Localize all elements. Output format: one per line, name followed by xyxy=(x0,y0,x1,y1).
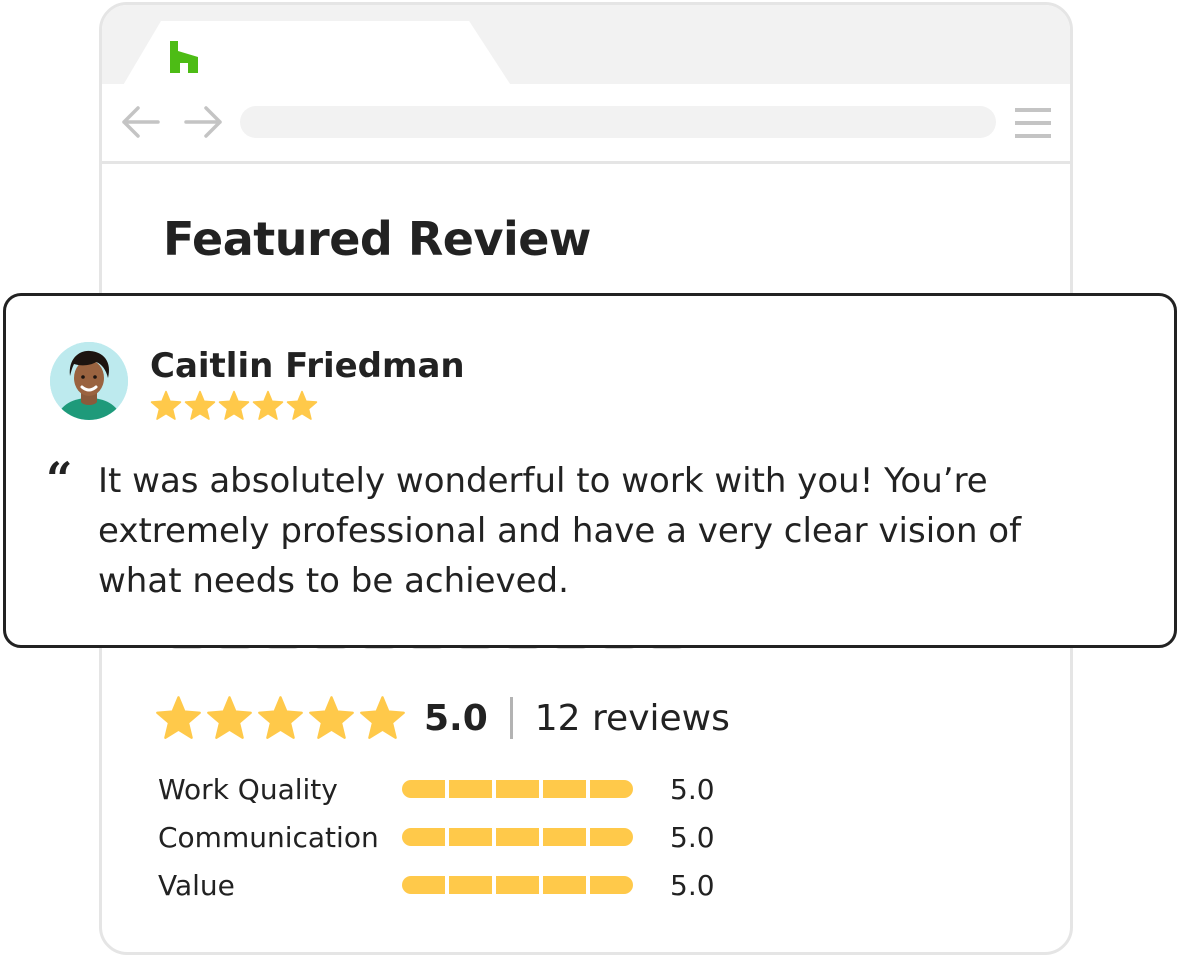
star-icon xyxy=(184,390,216,420)
reviewer-star-rating xyxy=(150,390,318,422)
rating-value: 5.0 xyxy=(670,868,715,902)
star-icon xyxy=(156,695,201,739)
star-icon xyxy=(150,390,182,420)
tab-bar xyxy=(102,5,1070,87)
rating-label: Communication xyxy=(158,820,379,854)
quote-icon: “ xyxy=(46,452,73,506)
rating-summary: 5.0 12 reviews xyxy=(155,690,730,746)
star-icon xyxy=(286,390,318,420)
star-icon xyxy=(309,695,354,739)
browser-toolbar xyxy=(102,84,1070,164)
star-icon xyxy=(218,390,250,420)
summary-score: 5.0 xyxy=(424,697,488,739)
rating-value: 5.0 xyxy=(670,820,715,854)
page-title: Featured Review xyxy=(163,212,591,266)
star-icon xyxy=(258,695,303,739)
star-icon xyxy=(360,695,405,739)
reviewer-photo xyxy=(50,342,128,420)
summary-divider xyxy=(509,697,513,739)
rating-value: 5.0 xyxy=(670,772,715,806)
arrow-right-icon[interactable] xyxy=(182,103,226,141)
rating-row-work-quality: Work Quality 5.0 xyxy=(158,769,715,809)
featured-review-card: Caitlin Friedman “ It was absolutely won… xyxy=(3,293,1177,648)
rating-label: Work Quality xyxy=(158,772,338,806)
reviewer-name: Caitlin Friedman xyxy=(150,346,465,386)
star-icon xyxy=(252,390,284,420)
houzz-logo-icon xyxy=(170,41,198,73)
review-text: It was absolutely wonderful to work with… xyxy=(98,461,1022,601)
review-count: 12 reviews xyxy=(534,697,730,739)
address-bar[interactable] xyxy=(240,106,996,138)
rating-row-communication: Communication 5.0 xyxy=(158,817,715,857)
rating-bar xyxy=(402,780,670,798)
rating-bar xyxy=(402,876,670,894)
arrow-left-icon[interactable] xyxy=(118,103,162,141)
hamburger-menu-icon[interactable] xyxy=(1014,106,1052,140)
rating-label: Value xyxy=(158,868,235,902)
summary-star-rating xyxy=(155,695,406,742)
avatar xyxy=(50,342,128,420)
rating-row-value: Value 5.0 xyxy=(158,865,715,905)
star-icon xyxy=(207,695,252,739)
rating-bar xyxy=(402,828,670,846)
